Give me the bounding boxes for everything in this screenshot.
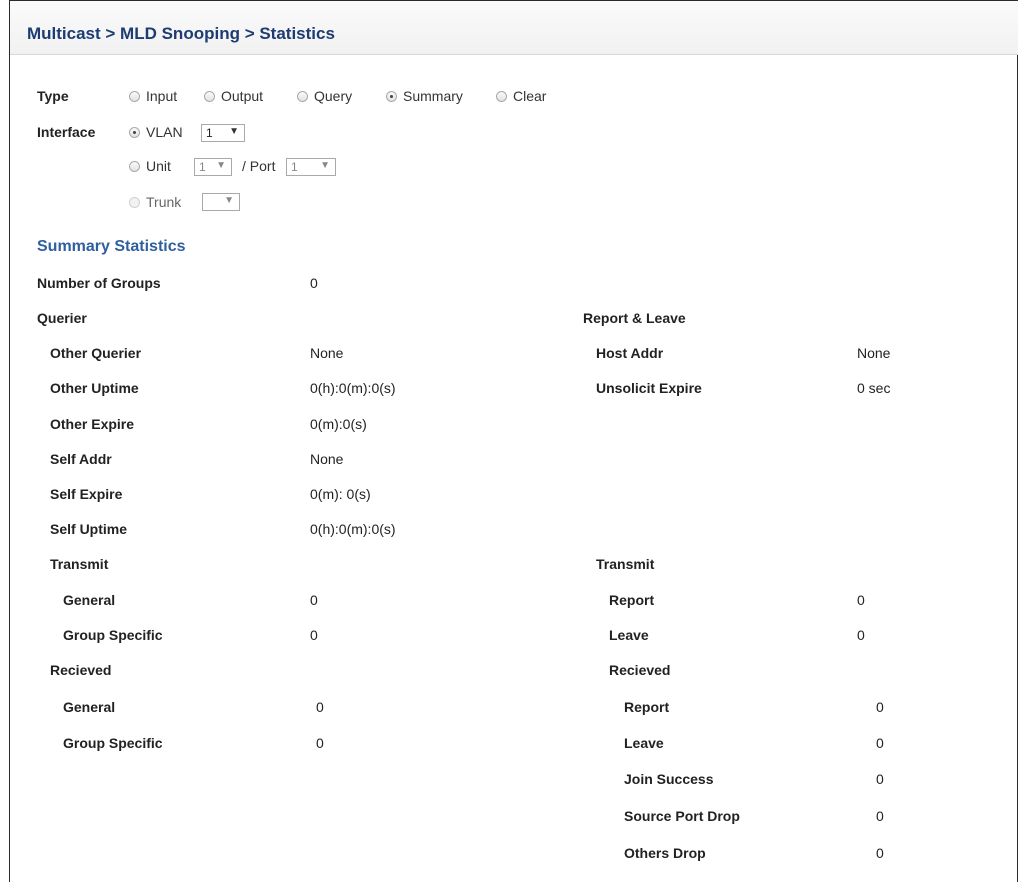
- join-success-value: 0: [876, 771, 884, 787]
- type-option-query-label: Query: [314, 88, 353, 104]
- type-option-input-label: Input: [146, 88, 178, 104]
- other-querier-value: None: [310, 345, 344, 361]
- type-radio-query[interactable]: Query: [297, 88, 352, 104]
- dropdown-arrow-icon: ▼: [229, 126, 239, 137]
- received-report-value: 0: [876, 699, 884, 715]
- title-bar: Multicast > MLD Snooping > Statistics: [10, 1, 1018, 55]
- trunk-label: Trunk: [146, 194, 182, 210]
- vlan-select[interactable]: 1 ▼: [201, 124, 245, 142]
- type-radio-clear[interactable]: Clear: [496, 88, 546, 104]
- self-expire-label: Self Expire: [50, 486, 123, 502]
- radio-icon[interactable]: [496, 90, 507, 102]
- unit-select-value: 1: [199, 160, 206, 174]
- querier-transmit-general-label: General: [63, 592, 116, 608]
- port-select[interactable]: 1 ▼: [286, 158, 336, 176]
- other-uptime-label: Other Uptime: [50, 380, 139, 396]
- self-addr-value: None: [310, 451, 344, 467]
- transmit-leave-value: 0: [857, 627, 865, 643]
- page-title: Multicast > MLD Snooping > Statistics: [27, 24, 335, 43]
- other-querier-label: Other Querier: [50, 345, 142, 361]
- querier-received-group-specific-value: 0: [316, 735, 324, 751]
- port-select-value: 1: [291, 160, 298, 174]
- source-port-drop-label: Source Port Drop: [624, 808, 740, 824]
- type-radio-input[interactable]: Input: [129, 88, 177, 104]
- querier-received-group-specific-label: Group Specific: [63, 735, 163, 751]
- trunk-select[interactable]: ▼: [202, 193, 240, 211]
- number-of-groups-value: 0: [310, 275, 318, 291]
- transmit-report-label: Report: [609, 592, 655, 608]
- interface-label: Interface: [37, 124, 96, 140]
- report-leave-transmit-heading: Transmit: [596, 556, 655, 572]
- radio-icon[interactable]: [129, 160, 140, 172]
- other-expire-value: 0(m):0(s): [310, 416, 367, 432]
- unsolicit-expire-label: Unsolicit Expire: [596, 380, 702, 396]
- interface-radio-trunk[interactable]: Trunk: [129, 194, 181, 210]
- radio-icon[interactable]: [204, 90, 215, 102]
- type-radio-output[interactable]: Output: [204, 88, 263, 104]
- report-leave-heading: Report & Leave: [583, 310, 686, 326]
- received-leave-label: Leave: [624, 735, 664, 751]
- type-option-clear-label: Clear: [513, 88, 547, 104]
- querier-transmit-general-value: 0: [310, 592, 318, 608]
- other-expire-label: Other Expire: [50, 416, 135, 432]
- received-report-label: Report: [624, 699, 670, 715]
- querier-heading: Querier: [37, 310, 87, 326]
- querier-transmit-group-specific-value: 0: [310, 627, 318, 643]
- interface-radio-unit[interactable]: Unit: [129, 158, 171, 174]
- report-leave-received-heading: Recieved: [609, 662, 671, 678]
- type-radio-summary[interactable]: Summary: [386, 88, 463, 104]
- unit-label: Unit: [146, 158, 171, 174]
- radio-icon[interactable]: [297, 90, 308, 102]
- querier-received-general-value: 0: [316, 699, 324, 715]
- source-port-drop-value: 0: [876, 808, 884, 824]
- querier-received-heading: Recieved: [50, 662, 112, 678]
- self-expire-value: 0(m): 0(s): [310, 486, 371, 502]
- dropdown-arrow-icon: ▼: [320, 160, 330, 171]
- transmit-report-value: 0: [857, 592, 865, 608]
- radio-checked-icon[interactable]: [129, 126, 140, 138]
- host-addr-label: Host Addr: [596, 345, 664, 361]
- interface-radio-vlan[interactable]: VLAN: [129, 124, 183, 140]
- dropdown-arrow-icon: ▼: [224, 195, 234, 206]
- others-drop-value: 0: [876, 845, 884, 861]
- port-label: / Port: [242, 158, 276, 174]
- transmit-leave-label: Leave: [609, 627, 649, 643]
- host-addr-value: None: [857, 345, 891, 361]
- vlan-label: VLAN: [146, 124, 183, 140]
- dropdown-arrow-icon: ▼: [216, 160, 226, 171]
- querier-received-general-label: General: [63, 699, 116, 715]
- radio-checked-icon[interactable]: [386, 90, 397, 102]
- type-label: Type: [37, 88, 69, 104]
- received-leave-value: 0: [876, 735, 884, 751]
- querier-transmit-group-specific-label: Group Specific: [63, 627, 163, 643]
- others-drop-label: Others Drop: [624, 845, 706, 861]
- self-uptime-value: 0(h):0(m):0(s): [310, 521, 396, 537]
- number-of-groups-label: Number of Groups: [37, 275, 161, 291]
- radio-icon[interactable]: [129, 90, 140, 102]
- radio-disabled-icon[interactable]: [129, 196, 140, 208]
- other-uptime-value: 0(h):0(m):0(s): [310, 380, 396, 396]
- type-option-output-label: Output: [221, 88, 264, 104]
- unsolicit-expire-value: 0 sec: [857, 380, 891, 396]
- type-option-summary-label: Summary: [403, 88, 463, 104]
- unit-select[interactable]: 1 ▼: [194, 158, 232, 176]
- self-addr-label: Self Addr: [50, 451, 112, 467]
- self-uptime-label: Self Uptime: [50, 521, 128, 537]
- querier-transmit-heading: Transmit: [50, 556, 109, 572]
- summary-statistics-heading: Summary Statistics: [37, 238, 186, 255]
- vlan-select-value: 1: [206, 126, 213, 140]
- join-success-label: Join Success: [624, 771, 714, 787]
